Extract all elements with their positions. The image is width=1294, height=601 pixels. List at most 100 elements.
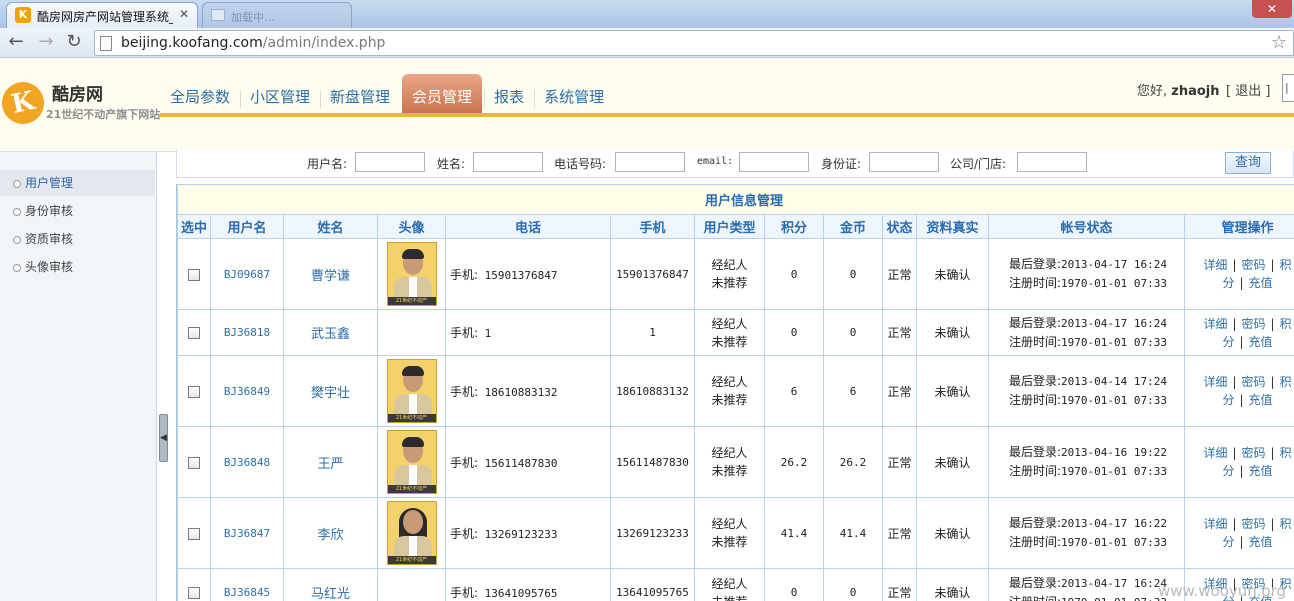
select-cell [177,355,211,427]
points-link[interactable]: 积 [1280,258,1292,272]
row-checkbox[interactable] [188,268,200,281]
avatar[interactable]: 21世纪不动产 [386,501,437,565]
username-link[interactable]: BJ36849 [210,355,284,427]
mobile-cell: 18610883132 [610,355,695,427]
password-link[interactable]: 密码 [1241,317,1265,331]
points-link[interactable]: 分 [1222,393,1234,407]
mobile-cell: 15611487830 [610,426,695,498]
status-cell: 正常 [882,497,917,569]
nav-global-params[interactable]: 全局参数 [160,74,240,116]
username-input[interactable] [355,152,425,172]
sidebar-item-qualification-review[interactable]: 资质审核 [0,226,155,252]
company-label: 公司/门店: [950,157,1007,171]
row-checkbox[interactable] [188,327,200,339]
actions-cell: 详细|密码|积分|充值 [1184,497,1294,569]
points-link[interactable]: 积 [1280,446,1292,460]
gold-cell: 0 [823,568,883,601]
password-link[interactable]: 密码 [1241,258,1265,272]
company-input[interactable] [1017,152,1087,172]
browser-tab-active[interactable]: K 酷房网房产网站管理系统_ ✕ [6,2,198,28]
username-link[interactable]: BJ36847 [210,497,284,569]
points-link[interactable]: 积 [1280,375,1292,389]
username-link[interactable]: BJ36845 [210,568,284,601]
logout-link[interactable]: [ 退出 ] [1226,80,1270,99]
table-row: BJ36845马红光 手机: 1364109576513641095765经纪人未… [177,568,1294,601]
detail-link[interactable]: 详细 [1203,446,1227,460]
avatar-band: 21世纪不动产 [387,414,436,422]
head [402,510,423,534]
account-status-cell: 最后登录:2013-04-14 17:24 注册时间:1970-01-01 07:… [988,355,1185,427]
header-right-control[interactable]: | [1282,74,1294,102]
avatar[interactable]: 21世纪不动产 [386,359,437,423]
sidebar-item-identity-review[interactable]: 身份审核 [0,198,155,224]
mobile-cell: 13641095765 [610,568,695,601]
recharge-link[interactable]: 充值 [1249,535,1273,549]
row-checkbox[interactable] [188,385,200,398]
tab-close-icon[interactable]: ✕ [179,7,189,21]
points-cell: 26.2 [764,426,824,498]
reload-icon[interactable]: ↻ [64,33,84,53]
user-name: 李欣 [283,497,378,569]
avatar[interactable]: 21世纪不动产 [386,242,437,306]
nav-members[interactable]: 会员管理 [402,74,483,116]
points-link[interactable]: 积 [1280,517,1292,531]
col-phone: 电话 [445,214,611,239]
forward-arrow-icon[interactable]: → [36,33,56,53]
phone-input[interactable] [615,152,685,172]
recharge-link[interactable]: 充值 [1249,335,1273,349]
bookmark-star-icon[interactable]: ☆ [1271,32,1287,53]
points-link[interactable]: 分 [1222,535,1234,549]
username-link[interactable]: BJ09687 [210,238,284,310]
user-type-cell: 经纪人未推荐 [694,309,765,356]
username-link[interactable]: BJ36818 [210,309,284,356]
points-link[interactable]: 积 [1280,317,1292,331]
col-name: 姓名 [283,214,378,239]
back-arrow-icon[interactable]: ← [6,33,26,53]
col-username: 用户名 [210,214,284,239]
sidebar-item-avatar-review[interactable]: 头像审核 [0,254,155,280]
email-input[interactable] [739,152,809,172]
points-link[interactable]: 分 [1222,276,1234,290]
window-close-button[interactable]: ✕ [1252,0,1292,18]
password-link[interactable]: 密码 [1241,375,1265,389]
username-link[interactable]: BJ36848 [210,426,284,498]
row-checkbox[interactable] [188,587,200,599]
logo-k-icon: K [0,78,48,128]
points-cell: 6 [764,355,824,427]
sidebar-collapse-icon[interactable]: ◀ [159,414,168,462]
recharge-link[interactable]: 充值 [1249,276,1273,290]
address-bar[interactable]: beijing.koofang.com/admin/index.php ☆ [94,30,1294,56]
detail-link[interactable]: 详细 [1203,517,1227,531]
phone-label: 电话号码: [554,157,607,171]
detail-link[interactable]: 详细 [1203,258,1227,272]
points-link[interactable]: 分 [1222,464,1234,478]
actions-cell: 详细|密码|积分|充值 [1184,355,1294,427]
recharge-link[interactable]: 充值 [1249,393,1273,407]
col-account-status: 帐号状态 [988,214,1185,239]
avatar[interactable]: 21世纪不动产 [386,430,437,494]
sidebar-item-user-management[interactable]: 用户管理 [0,170,155,196]
nav-community[interactable]: 小区管理 [240,74,320,116]
user-type-cell: 经纪人未推荐 [694,568,765,601]
nav-reports[interactable]: 报表 [484,74,534,116]
password-link[interactable]: 密码 [1241,446,1265,460]
points-link[interactable]: 分 [1222,335,1234,349]
password-link[interactable]: 密码 [1241,517,1265,531]
row-checkbox[interactable] [188,456,200,469]
avatar-band: 21世纪不动产 [387,297,436,305]
col-gold: 金币 [823,214,883,239]
detail-link[interactable]: 详细 [1203,375,1227,389]
nav-new-properties[interactable]: 新盘管理 [320,74,400,116]
row-checkbox[interactable] [188,527,200,540]
idcard-input[interactable] [869,152,939,172]
avatar-band: 21世纪不动产 [387,556,436,564]
search-button[interactable]: 查询 [1225,152,1271,174]
name-input[interactable] [473,152,543,172]
nav-underline [160,113,1294,117]
recharge-link[interactable]: 充值 [1249,464,1273,478]
logo[interactable]: K 酷房网 21世纪不动产旗下网站 [0,58,160,152]
detail-link[interactable]: 详细 [1203,317,1227,331]
nav-system[interactable]: 系统管理 [534,74,614,116]
phone-cell: 手机: 15611487830 [445,426,611,498]
browser-tab-inactive[interactable]: 加载中… [202,2,352,28]
